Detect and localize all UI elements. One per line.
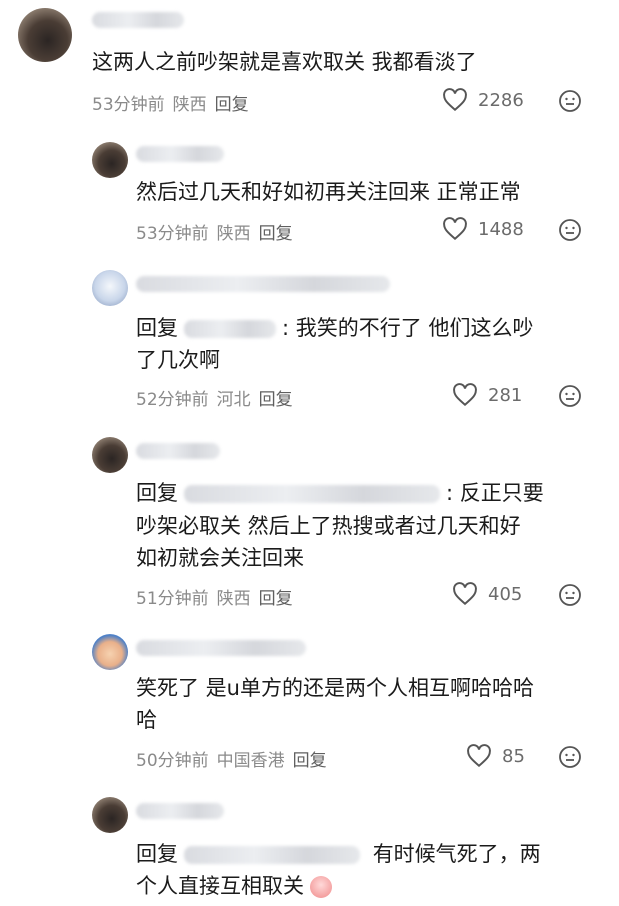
emoji-react-icon[interactable] [558,384,582,408]
heart-icon [443,217,467,241]
avatar[interactable] [92,634,128,670]
comment-time: 51分钟前 [136,589,209,609]
emoji-react-icon[interactable] [558,745,582,769]
mentioned-user-blurred[interactable] [184,846,360,864]
avatar[interactable] [92,437,128,473]
reply-button[interactable]: 回复 [293,746,327,771]
heart-icon [443,88,467,112]
username-blurred[interactable] [136,146,224,162]
username-blurred[interactable] [92,12,184,28]
mentioned-user-blurred[interactable] [184,320,276,338]
comment-time: 50分钟前 [136,751,209,771]
crying-emoji-icon [310,876,332,898]
like-button[interactable]: 1488 [442,217,524,241]
username-blurred[interactable] [136,640,306,656]
reply-prefix: 回复 [136,842,178,866]
comment-location: 陕西 [172,95,207,115]
separator: : [446,481,454,505]
comment-meta: 52分钟前 河北 回复 [136,385,293,410]
comment-text-line-2: 个人直接互相取关 [136,870,332,902]
reply-button[interactable]: 回复 [259,584,293,609]
reply-button[interactable]: 回复 [259,385,293,410]
comment-text-line-1: 回复: 反正只要 [136,477,544,509]
like-count: 1488 [478,218,524,240]
heart-icon [453,383,477,407]
avatar[interactable] [92,142,128,178]
emoji-react-icon[interactable] [558,89,582,113]
like-count: 405 [488,583,523,605]
heart-icon [467,744,491,768]
comment-text-line-2: 了几次啊 [136,348,220,372]
comment-text: 我笑的不行了 他们这么吵 [295,316,534,340]
comment-location: 河北 [216,390,251,410]
comment-location: 陕西 [216,224,251,244]
comment-text-line-2: 吵架必取关 然后上了热搜或者过几天和好 [136,514,521,538]
reply-button[interactable]: 回复 [215,90,249,115]
reply-prefix: 回复 [136,316,178,340]
comment-text-line-1: 回复 有时候气死了，两 [136,838,541,870]
emoji-react-icon[interactable] [558,583,582,607]
like-count: 85 [502,745,525,767]
avatar[interactable] [92,797,128,833]
comment-meta: 53分钟前 陕西 回复 [136,219,293,244]
comment-text-line-1: 回复: 我笑的不行了 他们这么吵 [136,312,533,344]
comment-text-line-1: 笑死了 是u单方的还是两个人相互啊哈哈哈 [136,676,534,700]
comment-text: 有时候气死了，两 [372,842,541,866]
like-button[interactable]: 85 [466,744,525,768]
comment-time: 53分钟前 [136,224,209,244]
reply-button[interactable]: 回复 [259,219,293,244]
separator: : [282,316,290,340]
comment-meta: 51分钟前 陕西 回复 [136,584,293,609]
like-button[interactable]: 405 [452,582,522,606]
comment-text: 然后过几天和好如初再关注回来 正常正常 [136,180,521,204]
username-blurred[interactable] [136,276,390,292]
comment-location: 陕西 [216,589,251,609]
emoji-react-icon[interactable] [558,218,582,242]
comment-text-line-2: 哈 [136,708,157,732]
reply-prefix: 回复 [136,481,178,505]
comment-location: 中国香港 [216,751,285,771]
avatar[interactable] [18,8,72,62]
like-count: 2286 [478,89,524,111]
comment-text: 这两人之前吵架就是喜欢取关 我都看淡了 [92,50,477,74]
comment-text: 反正只要 [459,481,544,505]
mentioned-user-blurred[interactable] [184,485,440,503]
comment-meta: 53分钟前 陕西 回复 [92,90,249,115]
comment-text-line-3: 如初就会关注回来 [136,546,304,570]
username-blurred[interactable] [136,443,220,459]
comment-time: 53分钟前 [92,95,165,115]
comment-time: 52分钟前 [136,390,209,410]
username-blurred[interactable] [136,803,224,819]
like-button[interactable]: 281 [452,383,522,407]
like-count: 281 [488,384,523,406]
avatar[interactable] [92,270,128,306]
comment-meta: 50分钟前 中国香港 回复 [136,746,327,771]
heart-icon [453,582,477,606]
like-button[interactable]: 2286 [442,88,524,112]
comment-text: 个人直接互相取关 [136,874,304,898]
